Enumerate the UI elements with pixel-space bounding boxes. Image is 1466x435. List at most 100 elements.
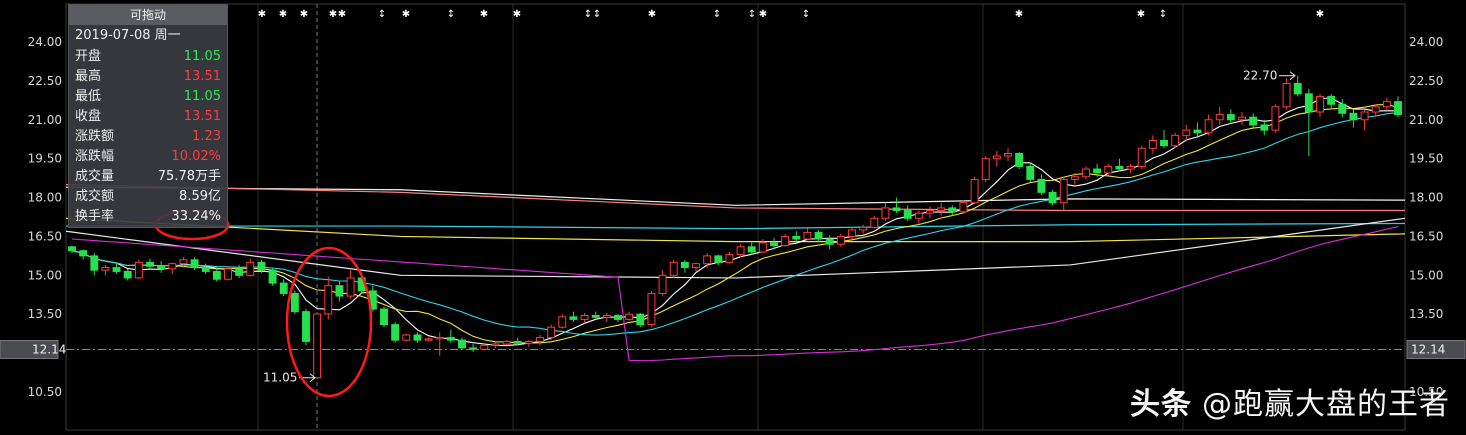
candle-body-down — [903, 210, 912, 219]
drag-handle[interactable]: 可拖动 — [69, 5, 227, 25]
candle-body-down — [825, 238, 834, 245]
candle-body-up — [134, 261, 143, 279]
event-marker: ✱ — [258, 9, 266, 20]
candle-body-down — [68, 246, 76, 252]
candle-body-down — [614, 315, 622, 320]
candle-body-up — [1171, 134, 1180, 147]
candle-body-up — [179, 259, 188, 265]
candle-body-up — [1382, 101, 1391, 108]
candle-body-down — [1048, 191, 1057, 204]
price-annotation: 22.70 — [1243, 69, 1277, 83]
candle-body-down — [1026, 165, 1035, 180]
candle-body-down — [1327, 95, 1336, 105]
candle-body-down — [112, 267, 121, 272]
candle-body-up — [1316, 95, 1324, 113]
crosshair-price-right: 12.14 — [1411, 342, 1445, 356]
event-marker: ✱ — [402, 9, 410, 20]
plot-frame — [65, 3, 1406, 431]
candle-body-up — [937, 207, 946, 212]
event-marker: ✱ — [480, 9, 488, 20]
candle-body-up — [402, 334, 411, 341]
long-ma-line — [65, 186, 1406, 206]
panel-row: 涨跌额 1.23 — [69, 127, 227, 147]
panel-row-value: 33.24% — [171, 209, 221, 224]
event-marker: ✱ — [1316, 9, 1324, 20]
candle-body-down — [1226, 114, 1235, 121]
crosshair-price-left: 12.14 — [32, 342, 66, 356]
panel-row: 最高 13.51 — [69, 67, 227, 87]
candle-body-up — [669, 261, 678, 276]
candle-body-down — [79, 250, 88, 257]
y-tick-label-right: 13.50 — [1409, 307, 1443, 321]
candle-body-up — [101, 267, 110, 271]
y-tick-label-right: 24.00 — [1409, 35, 1443, 49]
candle-body-up — [1215, 114, 1224, 121]
candle-body-down — [591, 315, 600, 318]
candle-body-up — [1360, 111, 1369, 121]
candle-body-down — [290, 292, 299, 313]
y-tick-label-left: 16.50 — [28, 229, 62, 243]
candle-body-up — [558, 316, 567, 328]
candle-body-down — [1037, 178, 1046, 193]
candle-body-up — [580, 315, 589, 320]
panel-row-label: 换手率 — [75, 209, 115, 224]
candle-body-down — [469, 347, 478, 350]
candle-body-up — [1137, 147, 1146, 167]
event-marker: ✱ — [1137, 9, 1145, 20]
candle-body-up — [1059, 178, 1068, 204]
y-tick-label-right: 15.00 — [1409, 268, 1443, 282]
moving-average-line — [71, 97, 1399, 347]
candle-body-up — [647, 292, 656, 326]
panel-row-value: 13.51 — [183, 109, 221, 124]
candle-body-up — [1070, 176, 1079, 180]
panel-row-label: 成交量 — [75, 169, 115, 184]
event-marker: ↕ — [447, 9, 455, 20]
candle-body-up — [246, 261, 255, 276]
candle-body-down — [814, 232, 823, 240]
event-marker: ↕ — [584, 9, 592, 20]
candle-body-down — [714, 255, 723, 263]
y-tick-label-right: 18.00 — [1409, 191, 1443, 205]
candle-body-down — [391, 324, 400, 341]
highlight-circle-breakout — [285, 246, 373, 398]
panel-row-label: 最低 — [75, 89, 102, 104]
candle-body-down — [892, 207, 901, 212]
panel-row-value: 11.05 — [183, 89, 221, 104]
price-annotation: 11.05 — [263, 371, 297, 385]
candle-body-down — [146, 261, 154, 267]
candle-body-down — [1249, 116, 1258, 126]
long-ma-line — [65, 217, 1406, 243]
event-marker: ↕ — [802, 9, 810, 20]
y-tick-label-left: 15.00 — [28, 268, 62, 282]
candle-body-up — [781, 235, 790, 247]
ohlc-info-panel[interactable]: 可拖动 2019-07-08 周一 开盘 11.05 最高 13.51 最低 11.05 收… — [68, 4, 228, 228]
panel-row: 最低 11.05 — [69, 87, 227, 107]
candle-body-down — [190, 259, 199, 269]
candle-body-up — [803, 232, 812, 240]
panel-date: 2019-07-08 周一 — [75, 28, 181, 43]
panel-row-label: 涨跌额 — [75, 129, 115, 144]
watermark-brand: 头条 — [1130, 387, 1192, 422]
candle-body-up — [658, 274, 667, 294]
candle-body-up — [1204, 119, 1213, 134]
candle-body-down — [212, 270, 221, 280]
panel-row-label: 涨跌幅 — [75, 149, 115, 164]
candle-body-down — [1015, 152, 1024, 167]
y-tick-label-left: 21.00 — [28, 113, 62, 127]
candle-body-up — [836, 235, 845, 245]
panel-row-value: 10.02% — [171, 149, 221, 164]
panel-row-label: 收盘 — [75, 109, 102, 124]
candle-body-down — [279, 282, 288, 294]
candle-body-down — [680, 261, 689, 269]
candle-body-down — [1338, 103, 1347, 114]
panel-row: 涨跌幅 10.02% — [69, 147, 227, 167]
candle-body-up — [602, 315, 611, 318]
candle-body-up — [491, 343, 500, 346]
event-marker: ✱ — [338, 9, 346, 20]
candle-body-up — [547, 326, 556, 339]
candle-body-up — [1238, 116, 1246, 121]
candle-body-down — [636, 313, 645, 326]
panel-row: 收盘 13.51 — [69, 107, 227, 127]
candle-body-up — [914, 212, 923, 219]
event-marker: ↕ — [1159, 9, 1167, 20]
